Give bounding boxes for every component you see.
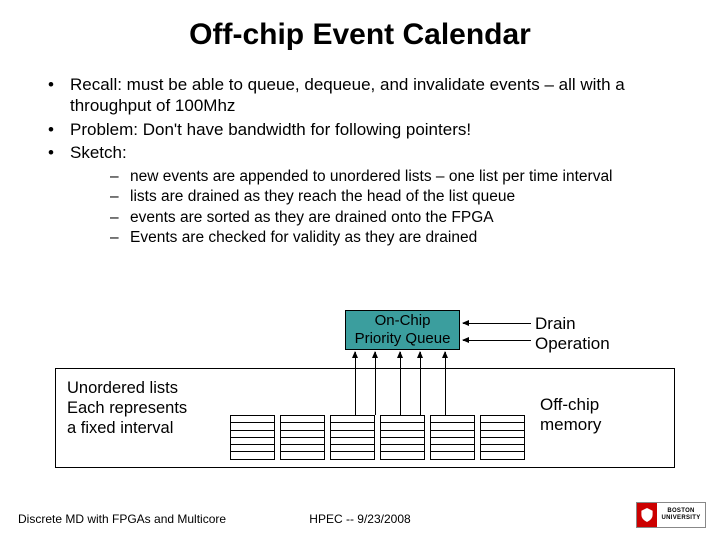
arrow-drain-1 bbox=[463, 323, 531, 324]
bullet-list: Recall: must be able to queue, dequeue, … bbox=[40, 74, 680, 248]
sub-bullet-item: events are sorted as they are drained on… bbox=[70, 208, 680, 227]
sub-bullet-list: new events are appended to unordered lis… bbox=[70, 167, 680, 248]
list-stack bbox=[330, 415, 375, 460]
unordered-lists-label: Unordered lists Each represents a fixed … bbox=[67, 378, 187, 438]
drain-operation-label: Drain Operation bbox=[535, 314, 610, 354]
arrow-up bbox=[445, 352, 446, 415]
sub-bullet-item: lists are drained as they reach the head… bbox=[70, 187, 680, 206]
logo-text-bot: UNIVERSITY bbox=[661, 515, 700, 522]
drain-line2: Operation bbox=[535, 334, 610, 353]
mem-line2: memory bbox=[540, 415, 601, 434]
ul-line3: a fixed interval bbox=[67, 419, 173, 437]
arrow-up bbox=[375, 352, 376, 415]
drain-line1: Drain bbox=[535, 314, 576, 333]
logo-shield-icon bbox=[637, 503, 657, 527]
pq-line2: Priority Queue bbox=[355, 330, 451, 347]
bullet-item: Sketch: new events are appended to unord… bbox=[40, 142, 680, 248]
logo-text: BOSTON UNIVERSITY bbox=[657, 503, 705, 527]
list-stack bbox=[230, 415, 275, 460]
arrow-up bbox=[420, 352, 421, 415]
footer-center: HPEC -- 9/23/2008 bbox=[0, 512, 720, 526]
logo-text-top: BOSTON bbox=[667, 508, 694, 515]
arrow-up bbox=[355, 352, 356, 415]
list-stack bbox=[280, 415, 325, 460]
slide-title: Off-chip Event Calendar bbox=[0, 0, 720, 52]
offchip-memory-label: Off-chip memory bbox=[540, 395, 601, 435]
ul-line2: Each represents bbox=[67, 399, 187, 417]
diagram: On-Chip Priority Queue Drain Operation U… bbox=[55, 310, 675, 480]
list-stack bbox=[380, 415, 425, 460]
bullet-item: Recall: must be able to queue, dequeue, … bbox=[40, 74, 680, 117]
arrow-up bbox=[400, 352, 401, 415]
mem-line1: Off-chip bbox=[540, 395, 599, 414]
priority-queue-box: On-Chip Priority Queue bbox=[345, 310, 460, 350]
sub-bullet-item: new events are appended to unordered lis… bbox=[70, 167, 680, 186]
arrow-drain-2 bbox=[463, 340, 531, 341]
sub-bullet-item: Events are checked for validity as they … bbox=[70, 228, 680, 247]
list-stack bbox=[430, 415, 475, 460]
bullet-item: Problem: Don't have bandwidth for follow… bbox=[40, 119, 680, 140]
bullet-text: Sketch: bbox=[70, 143, 127, 162]
list-stack bbox=[480, 415, 525, 460]
pq-line1: On-Chip bbox=[375, 312, 431, 329]
footer: Discrete MD with FPGAs and Multicore HPE… bbox=[0, 506, 720, 526]
slide-content: Recall: must be able to queue, dequeue, … bbox=[0, 52, 720, 248]
slide: Off-chip Event Calendar Recall: must be … bbox=[0, 0, 720, 540]
boston-university-logo: BOSTON UNIVERSITY bbox=[636, 502, 706, 528]
ul-line1: Unordered lists bbox=[67, 379, 178, 397]
